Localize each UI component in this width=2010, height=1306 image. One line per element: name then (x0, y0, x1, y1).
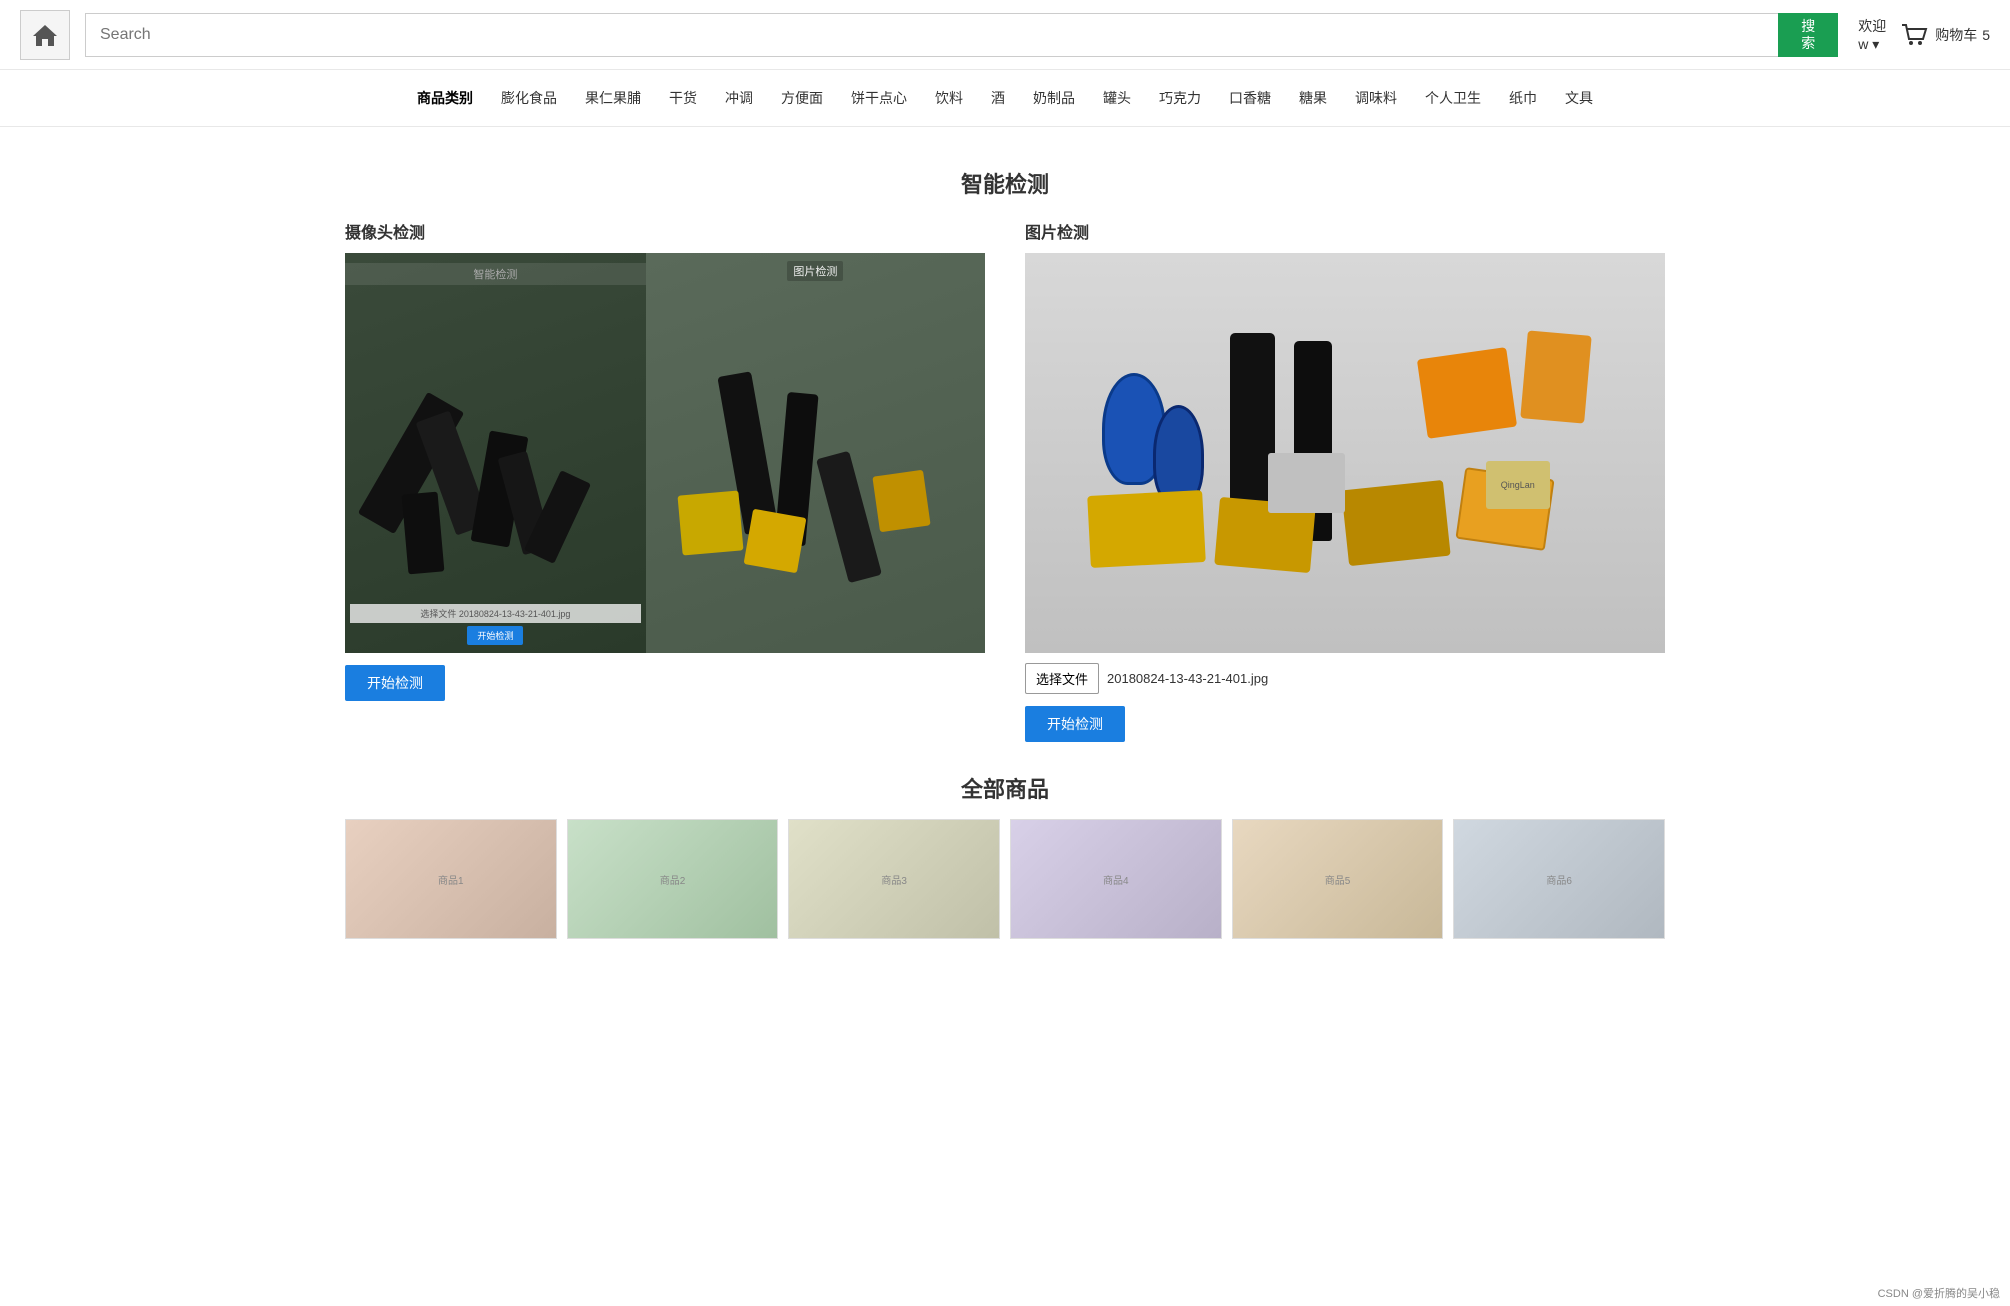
welcome-text: 欢迎 w ▾ (1858, 16, 1886, 53)
product-thumb-5[interactable]: 商品5 (1232, 819, 1444, 939)
camera-panel-title: 摄像头检测 (345, 219, 985, 243)
product-thumb-2[interactable]: 商品2 (567, 819, 779, 939)
nav-item-beverages[interactable]: 饮料 (921, 82, 977, 114)
nav-item-stationery[interactable]: 文具 (1551, 82, 1607, 114)
nav-item-canned[interactable]: 罐头 (1089, 82, 1145, 114)
nav-item-drinks-mix[interactable]: 冲调 (711, 82, 767, 114)
product-thumb-6[interactable]: 商品6 (1453, 819, 1665, 939)
cart-area[interactable]: 购物车 5 (1898, 19, 1990, 51)
product-thumb-3[interactable]: 商品3 (788, 819, 1000, 939)
nav-item-tissue[interactable]: 纸巾 (1495, 82, 1551, 114)
cart-count: 5 (1982, 27, 1990, 43)
image-panel-title: 图片检测 (1025, 219, 1665, 243)
home-button[interactable] (20, 10, 70, 60)
home-icon (31, 21, 59, 49)
nav-item-puffed[interactable]: 膨化食品 (487, 82, 571, 114)
camera-split: 智能检测 选择文件 20180824-13-43-21-401.jpg 开始检测 (345, 253, 985, 653)
camera-feed-left: 智能检测 选择文件 20180824-13-43-21-401.jpg 开始检测 (345, 253, 646, 653)
nav-item-candy[interactable]: 糖果 (1285, 82, 1341, 114)
camera-detect-button[interactable]: 开始检测 (345, 665, 445, 701)
header: 搜 索 欢迎 w ▾ 购物车 5 (0, 0, 2010, 70)
image-detect-button[interactable]: 开始检测 (1025, 706, 1125, 742)
image-panel-wrap: QingLan (1025, 253, 1665, 653)
nav-item-nuts[interactable]: 果仁果脯 (571, 82, 655, 114)
nav-item-dry[interactable]: 干货 (655, 82, 711, 114)
nav-item-gum[interactable]: 口香糖 (1215, 82, 1285, 114)
camera-feed-right: 图片检测 (646, 253, 985, 653)
product-thumb-4[interactable]: 商品4 (1010, 819, 1222, 939)
footer-note: CSDN @爱折腾的吴小稳 (1878, 1285, 2000, 1301)
cart-label: 购物车 (1935, 25, 1977, 45)
image-panel: 图片检测 (1025, 219, 1665, 742)
nav-item-noodles[interactable]: 方便面 (767, 82, 837, 114)
product-thumb-1[interactable]: 商品1 (345, 819, 557, 939)
nav-item-personal[interactable]: 个人卫生 (1411, 82, 1495, 114)
detection-panels: 摄像头检测 智能检测 选择文件 20180824 (345, 219, 1665, 742)
main-content: 智能检测 摄像头检测 智能检测 (305, 127, 1705, 959)
nav-item-biscuits[interactable]: 饼干点心 (837, 82, 921, 114)
camera-image-wrap: 智能检测 选择文件 20180824-13-43-21-401.jpg 开始检测 (345, 253, 985, 653)
camera-panel: 摄像头检测 智能检测 选择文件 20180824 (345, 219, 985, 742)
nav-bar: 商品类别 膨化食品 果仁果脯 干货 冲调 方便面 饼干点心 饮料 酒 奶制品 罐… (0, 70, 2010, 127)
nav-item-alcohol[interactable]: 酒 (977, 82, 1019, 114)
products-row: 商品1 商品2 商品3 商品4 商品5 商品6 (345, 819, 1665, 939)
file-row: 选择文件 20180824-13-43-21-401.jpg (1025, 663, 1665, 694)
products-scatter: QingLan (1025, 253, 1665, 653)
all-products-title: 全部商品 (345, 772, 1665, 804)
filename-label: 20180824-13-43-21-401.jpg (1107, 671, 1268, 686)
smart-detection-title: 智能检测 (345, 167, 1665, 199)
nav-item-categories[interactable]: 商品类别 (403, 82, 487, 114)
nav-item-seasoning[interactable]: 调味料 (1341, 82, 1411, 114)
search-button[interactable]: 搜 索 (1778, 13, 1838, 57)
header-right: 欢迎 w ▾ 购物车 5 (1858, 16, 1990, 53)
cart-icon (1898, 19, 1930, 51)
nav-item-dairy[interactable]: 奶制品 (1019, 82, 1089, 114)
nav-item-chocolate[interactable]: 巧克力 (1145, 82, 1215, 114)
choose-file-button[interactable]: 选择文件 (1025, 663, 1099, 694)
search-input[interactable] (85, 13, 1778, 57)
